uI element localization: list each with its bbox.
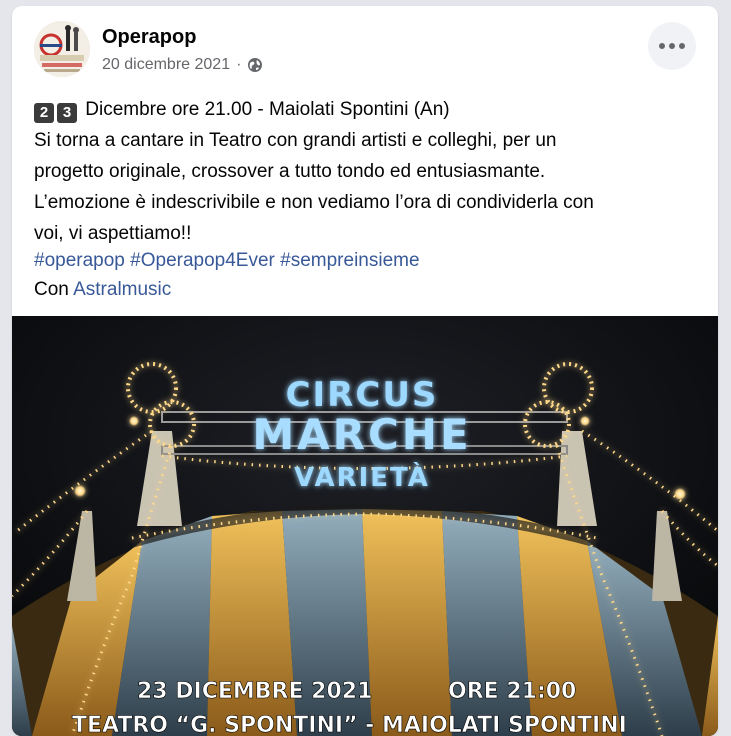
circus-poster: CIRCUS MARCHE VARIETÀ 23 DICEMBRE 2021 O… — [12, 316, 718, 736]
meta-separator: · — [236, 56, 242, 73]
hashtag-sempreinsieme[interactable]: #sempreinsieme — [280, 250, 419, 271]
poster-time: ORE 21:00 — [448, 679, 576, 704]
with-label: Con — [34, 279, 69, 300]
post-date[interactable]: 20 dicembre 2021 — [102, 56, 230, 74]
poster-venue: TEATRO “G. SPONTINI” - MAIOLATI SPONTINI — [72, 713, 627, 736]
post-header: Operapop 20 dicembre 2021 · — [12, 6, 718, 86]
poster-date: 23 DICEMBRE 2021 — [137, 679, 372, 704]
post-line-3: progetto originale, crossover a tutto to… — [34, 161, 546, 182]
page-name[interactable]: Operapop — [102, 26, 196, 49]
tagged-page-link[interactable]: Astralmusic — [73, 279, 171, 300]
post-meta: 20 dicembre 2021 · — [102, 56, 263, 74]
post-text: 23 Dicembre ore 21.00 - Maiolati Spontin… — [34, 94, 704, 249]
poster-marche: MARCHE — [252, 410, 471, 459]
keycap-2-icon: 2 — [34, 103, 54, 123]
post-image[interactable]: CIRCUS MARCHE VARIETÀ 23 DICEMBRE 2021 O… — [12, 316, 718, 736]
hashtag-operapop[interactable]: #operapop — [34, 250, 125, 271]
post-line-1: 23 Dicembre ore 21.00 - Maiolati Spontin… — [34, 94, 704, 125]
facebook-post-card: Operapop 20 dicembre 2021 · 23 Dicembre … — [12, 6, 718, 736]
more-options-icon[interactable] — [648, 22, 696, 70]
globe-icon[interactable] — [247, 57, 263, 73]
poster-varieta: VARIETÀ — [294, 461, 430, 493]
avatar-image — [34, 21, 90, 77]
post-line-5: voi, vi aspettiamo!! — [34, 223, 192, 244]
hashtags-row: #operapop #Operapop4Ever #sempreinsieme — [34, 246, 420, 275]
keycap-3-icon: 3 — [57, 103, 77, 123]
with-row: Con Astralmusic — [34, 275, 171, 304]
post-line-1-text: Dicembre ore 21.00 - Maiolati Spontini (… — [85, 99, 450, 120]
post-line-4: L’emozione è indescrivibile e non vediam… — [34, 192, 594, 213]
hashtag-operapop4ever[interactable]: #Operapop4Ever — [130, 250, 275, 271]
page-avatar[interactable] — [34, 21, 90, 77]
post-line-2: Si torna a cantare in Teatro con grandi … — [34, 130, 557, 151]
poster-circus: CIRCUS — [286, 375, 439, 415]
